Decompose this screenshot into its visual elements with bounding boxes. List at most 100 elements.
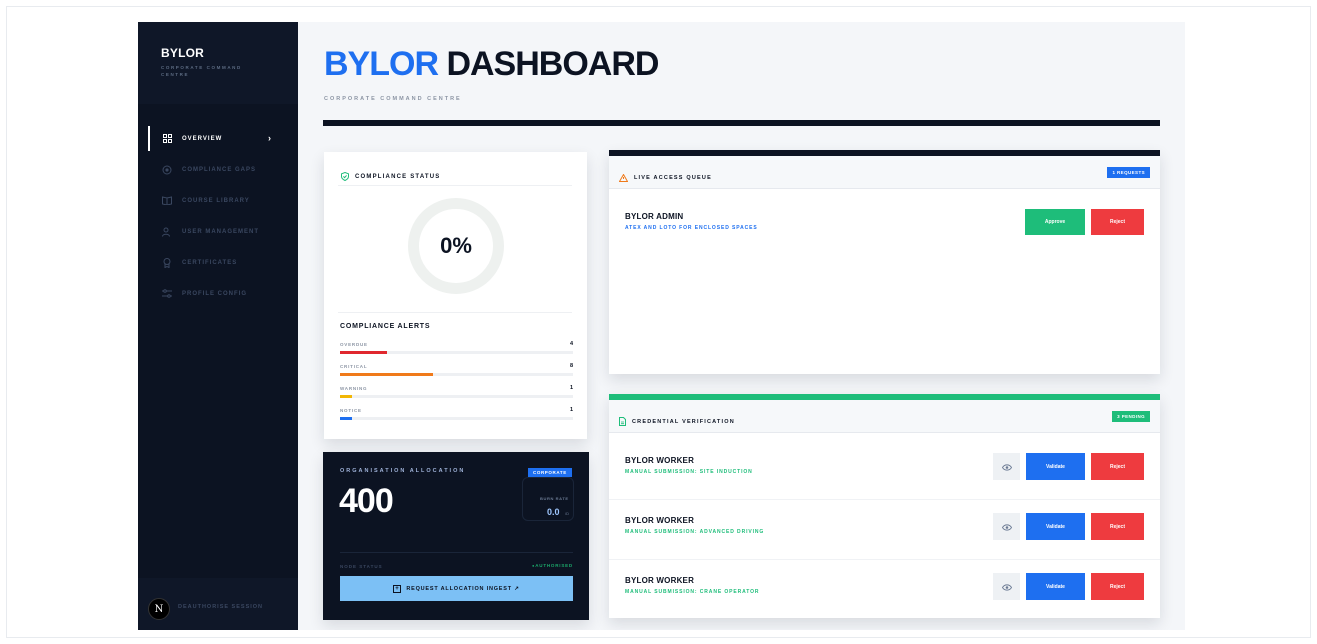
credential-row: BYLOR WORKER MANUAL SUBMISSION: ADVANCED… bbox=[609, 499, 1160, 557]
alert-bar-fill bbox=[340, 395, 352, 398]
validate-button[interactable]: Validate bbox=[1026, 453, 1085, 480]
credential-name: BYLOR WORKER bbox=[625, 576, 695, 585]
alert-bar bbox=[340, 351, 573, 354]
compliance-header: COMPLIANCE STATUS bbox=[341, 168, 441, 186]
sidebar-item-user-management[interactable]: USER MANAGEMENT bbox=[138, 216, 298, 247]
alert-label: OVERDUE bbox=[340, 342, 368, 347]
credential-detail: MANUAL SUBMISSION: SITE INDUCTION bbox=[625, 469, 753, 475]
credential-verification-card: CREDENTIAL VERIFICATION 3 PENDING BYLOR … bbox=[609, 394, 1160, 618]
burn-rate-label: BURN RATE bbox=[540, 496, 569, 501]
sidebar-item-profile-config[interactable]: PROFILE CONFIG bbox=[138, 278, 298, 309]
node-status-label: NODE STATUS bbox=[340, 564, 383, 569]
cred-title: CREDENTIAL VERIFICATION bbox=[632, 419, 735, 425]
page-title-brand: BYLOR bbox=[324, 45, 439, 83]
cred-count-badge: 3 PENDING bbox=[1112, 411, 1150, 422]
live-access-queue-card: LIVE ACCESS QUEUE 1 REQUESTS BYLOR ADMIN… bbox=[609, 150, 1160, 374]
book-icon bbox=[162, 196, 172, 206]
page-title-main: DASHBOARD bbox=[446, 45, 659, 83]
reject-button[interactable]: Reject bbox=[1091, 513, 1144, 540]
divider bbox=[338, 185, 572, 186]
allocation-card: ORGANISATION ALLOCATION 400 CORPORATE BU… bbox=[323, 452, 589, 620]
chevron-right-icon: › bbox=[268, 133, 272, 143]
alert-label: CRITICAL bbox=[340, 364, 368, 369]
sidebar-item-label: USER MANAGEMENT bbox=[182, 228, 260, 235]
brand-logo[interactable]: BYLOR bbox=[161, 46, 204, 60]
plus-square-icon: + bbox=[393, 584, 402, 593]
sidebar-item-label: OVERVIEW bbox=[182, 135, 223, 142]
user-icon bbox=[162, 227, 172, 237]
allocation-badge: CORPORATE bbox=[528, 468, 572, 477]
brand-box: BYLOR CORPORATE COMMAND CENTRE bbox=[138, 22, 298, 104]
view-button[interactable] bbox=[993, 513, 1020, 540]
divider bbox=[340, 552, 573, 553]
request-allocation-button[interactable]: + REQUEST ALLOCATION INGEST ↗ bbox=[340, 576, 573, 601]
credential-row: BYLOR WORKER MANUAL SUBMISSION: SITE IND… bbox=[609, 439, 1160, 497]
sidebar-item-label: CERTIFICATES bbox=[182, 259, 238, 266]
queue-header: LIVE ACCESS QUEUE 1 REQUESTS bbox=[609, 156, 1160, 189]
credential-name: BYLOR WORKER bbox=[625, 516, 695, 525]
sidebar-item-label: COURSE LIBRARY bbox=[182, 197, 250, 204]
credential-name: BYLOR WORKER bbox=[625, 456, 695, 465]
sidebar-item-course-library[interactable]: COURSE LIBRARY bbox=[138, 185, 298, 216]
queue-title: LIVE ACCESS QUEUE bbox=[634, 175, 712, 181]
cred-header: CREDENTIAL VERIFICATION 3 PENDING bbox=[609, 400, 1160, 433]
sidebar-item-certificates[interactable]: CERTIFICATES bbox=[138, 247, 298, 278]
request-name: BYLOR ADMIN bbox=[625, 212, 684, 221]
sidebar-nav: OVERVIEW › COMPLIANCE GAPS COURSE LIBRAR… bbox=[138, 123, 298, 309]
shield-check-icon bbox=[341, 168, 349, 186]
alert-bar bbox=[340, 395, 573, 398]
credential-row: BYLOR WORKER MANUAL SUBMISSION: CRANE OP… bbox=[609, 559, 1160, 617]
sidebar-item-label: COMPLIANCE GAPS bbox=[182, 166, 257, 173]
compliance-title: COMPLIANCE STATUS bbox=[355, 174, 441, 180]
validate-button[interactable]: Validate bbox=[1026, 573, 1085, 600]
avatar[interactable]: N bbox=[148, 598, 170, 620]
alert-count: 1 bbox=[569, 407, 573, 413]
sidebar-footer: N DEAUTHORISE SESSION bbox=[138, 578, 298, 630]
alert-row-overdue: OVERDUE 4 bbox=[340, 341, 573, 362]
eye-icon bbox=[1001, 518, 1012, 536]
alert-bar-fill bbox=[340, 417, 352, 420]
view-button[interactable] bbox=[993, 453, 1020, 480]
sidebar-item-overview[interactable]: OVERVIEW › bbox=[138, 123, 298, 154]
signout-button[interactable]: DEAUTHORISE SESSION bbox=[178, 604, 263, 610]
grid-icon bbox=[162, 134, 172, 144]
burn-rate-value: 0.0 bbox=[547, 507, 560, 517]
alert-row-warning: WARNING 1 bbox=[340, 385, 573, 406]
credential-detail: MANUAL SUBMISSION: CRANE OPERATOR bbox=[625, 589, 760, 595]
alert-count: 8 bbox=[569, 363, 573, 369]
reject-button[interactable]: Reject bbox=[1091, 209, 1144, 235]
alert-count: 4 bbox=[569, 341, 573, 347]
queue-count-badge: 1 REQUESTS bbox=[1107, 167, 1150, 178]
credential-detail: MANUAL SUBMISSION: ADVANCED DRIVING bbox=[625, 529, 765, 535]
alert-bar bbox=[340, 417, 573, 420]
alert-bar-fill bbox=[340, 351, 387, 354]
alert-label: NOTICE bbox=[340, 408, 362, 413]
view-button[interactable] bbox=[993, 573, 1020, 600]
compliance-donut: 0% bbox=[408, 198, 504, 294]
approve-button[interactable]: Approve bbox=[1025, 209, 1085, 235]
allocation-title: ORGANISATION ALLOCATION bbox=[340, 468, 466, 474]
alert-count: 1 bbox=[569, 385, 573, 391]
sidebar: BYLOR CORPORATE COMMAND CENTRE OVERVIEW … bbox=[138, 22, 298, 630]
allocation-value: 400 bbox=[339, 482, 394, 520]
compliance-percent: 0% bbox=[440, 233, 472, 258]
header-divider bbox=[323, 120, 1160, 126]
app-window: BYLOR CORPORATE COMMAND CENTRE OVERVIEW … bbox=[138, 22, 1185, 630]
validate-button[interactable]: Validate bbox=[1026, 513, 1085, 540]
sliders-icon bbox=[162, 289, 172, 299]
compliance-status-card: COMPLIANCE STATUS 0% COMPLIANCE ALERTS O… bbox=[324, 152, 587, 439]
alert-row-notice: NOTICE 1 bbox=[340, 407, 573, 428]
award-icon bbox=[162, 257, 172, 268]
request-allocation-label: REQUEST ALLOCATION INGEST ↗ bbox=[406, 585, 520, 592]
page-title: BYLOR DASHBOARD bbox=[324, 44, 659, 84]
sidebar-item-compliance-gaps[interactable]: COMPLIANCE GAPS bbox=[138, 154, 298, 185]
reject-button[interactable]: Reject bbox=[1091, 453, 1144, 480]
sidebar-item-label: PROFILE CONFIG bbox=[182, 290, 247, 297]
eye-icon bbox=[1001, 578, 1012, 596]
request-detail: ATEX AND LOTO FOR ENCLOSED SPACES bbox=[625, 225, 758, 231]
reject-button[interactable]: Reject bbox=[1091, 573, 1144, 600]
page-subtitle: CORPORATE COMMAND CENTRE bbox=[324, 96, 462, 102]
burn-rate-unit: /D bbox=[565, 511, 569, 516]
divider bbox=[338, 312, 572, 313]
node-status-value: AUTHORISED bbox=[532, 563, 573, 568]
